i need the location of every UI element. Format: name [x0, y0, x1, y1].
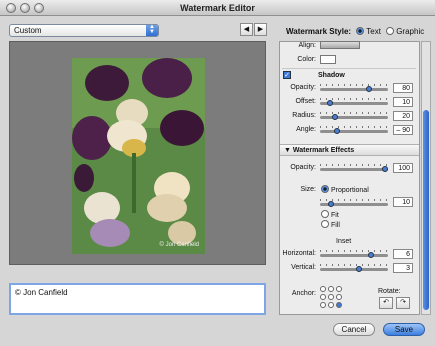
- slider-knob[interactable]: [327, 100, 333, 106]
- next-preset-button[interactable]: ▶: [254, 23, 267, 36]
- slider-knob[interactable]: [332, 114, 338, 120]
- cancel-button[interactable]: Cancel: [333, 323, 375, 336]
- size-fill-option[interactable]: Fill: [318, 220, 340, 229]
- horizontal-inset-label: Horizontal:: [282, 250, 316, 257]
- slider-knob[interactable]: [334, 128, 340, 134]
- fit-radio[interactable]: [321, 210, 329, 218]
- shadow-opacity-slider[interactable]: [320, 84, 388, 92]
- size-fit-option[interactable]: Fit: [318, 210, 339, 219]
- window-title: Watermark Editor: [180, 3, 255, 13]
- proportional-label[interactable]: Proportional: [331, 187, 369, 194]
- rotate-right-button[interactable]: ↷: [396, 297, 410, 309]
- shadow-angle-slider[interactable]: [320, 126, 388, 134]
- preview-area: © Jon Canfield: [9, 41, 266, 265]
- previous-preset-button[interactable]: ◀: [240, 23, 253, 36]
- vertical-inset-slider[interactable]: [320, 264, 388, 272]
- vertical-inset-value[interactable]: 3: [393, 263, 413, 273]
- watermark-effects-title: Watermark Effects: [292, 147, 355, 154]
- horizontal-inset-value[interactable]: 6: [393, 249, 413, 259]
- slider-knob[interactable]: [356, 266, 362, 272]
- size-value[interactable]: 10: [393, 197, 413, 207]
- shadow-angle-label: Angle:: [296, 126, 316, 133]
- anchor-label: Anchor:: [291, 290, 316, 297]
- align-buttons[interactable]: [320, 41, 360, 49]
- anchor-top-left[interactable]: [320, 286, 326, 292]
- shadow-radius-label: Radius:: [292, 112, 316, 119]
- slider-knob[interactable]: [366, 86, 372, 92]
- graphic-style-radio[interactable]: [386, 27, 395, 35]
- anchor-bottom-left[interactable]: [320, 302, 326, 308]
- horizontal-inset-slider[interactable]: [320, 250, 388, 258]
- size-proportional-option[interactable]: Proportional: [318, 185, 369, 194]
- slider-knob[interactable]: [328, 201, 334, 207]
- anchor-top-right[interactable]: [336, 286, 342, 292]
- size-label: Size:: [300, 186, 316, 193]
- disclosure-triangle-icon[interactable]: ▼: [284, 147, 293, 154]
- rotate-right-icon: ↷: [400, 299, 406, 306]
- color-well[interactable]: [320, 55, 336, 64]
- scrollbar-thumb[interactable]: [423, 110, 429, 310]
- watermark-preview-text[interactable]: © Jon Canfield: [160, 242, 199, 248]
- watermark-effects-header[interactable]: ▼ Watermark Effects: [280, 144, 419, 156]
- shadow-radius-slider[interactable]: [320, 112, 388, 120]
- title-bar: Watermark Editor: [0, 0, 435, 16]
- shadow-opacity-value[interactable]: 80: [393, 83, 413, 93]
- graphic-style-label[interactable]: Graphic: [396, 27, 424, 36]
- chevron-updown-icon: ▲ ▼: [146, 24, 158, 36]
- effects-opacity-value[interactable]: 100: [393, 163, 413, 173]
- proportional-radio[interactable]: [321, 185, 329, 193]
- preview-photo: © Jon Canfield: [72, 58, 205, 254]
- preset-select-value: Custom: [14, 26, 42, 35]
- shadow-offset-label: Offset:: [295, 98, 317, 105]
- size-slider[interactable]: [320, 199, 388, 207]
- watermark-text-field[interactable]: © Jon Canfield: [9, 283, 266, 315]
- anchor-center[interactable]: [328, 294, 334, 300]
- anchor-grid[interactable]: [320, 286, 342, 308]
- inset-label: Inset: [336, 238, 352, 245]
- anchor-top-center[interactable]: [328, 286, 334, 292]
- settings-scrollbar[interactable]: [421, 41, 431, 315]
- slider-knob[interactable]: [368, 252, 374, 258]
- anchor-bottom-center[interactable]: [328, 302, 334, 308]
- divider: [282, 68, 416, 69]
- effects-opacity-slider[interactable]: [320, 164, 388, 172]
- text-style-label[interactable]: Text: [366, 27, 381, 36]
- shadow-opacity-label: Opacity:: [290, 84, 316, 91]
- anchor-middle-right[interactable]: [336, 294, 342, 300]
- preset-select[interactable]: Custom ▲ ▼: [9, 24, 159, 37]
- align-label: Align:: [298, 42, 316, 49]
- slider-knob[interactable]: [382, 166, 388, 172]
- watermark-style-group: Watermark Style: Text Graphic: [286, 27, 424, 36]
- shadow-offset-slider[interactable]: [320, 98, 388, 106]
- shadow-angle-value[interactable]: – 90: [393, 125, 413, 135]
- save-button[interactable]: Save: [383, 323, 425, 336]
- watermark-style-label: Watermark Style:: [286, 27, 352, 36]
- fit-label[interactable]: Fit: [331, 212, 339, 219]
- shadow-checkbox[interactable]: ✓: [283, 71, 291, 79]
- text-style-radio[interactable]: [356, 27, 365, 35]
- shadow-radius-value[interactable]: 20: [393, 111, 413, 121]
- vertical-inset-label: Vertical:: [291, 264, 316, 271]
- anchor-bottom-right[interactable]: [336, 302, 342, 308]
- rotate-label: Rotate:: [378, 288, 401, 295]
- shadow-label: Shadow: [318, 72, 345, 79]
- fill-radio[interactable]: [321, 220, 329, 228]
- anchor-middle-left[interactable]: [320, 294, 326, 300]
- shadow-offset-value[interactable]: 10: [393, 97, 413, 107]
- effects-opacity-label: Opacity:: [290, 164, 316, 171]
- rotate-left-icon: ↶: [383, 299, 389, 306]
- color-label: Color:: [297, 56, 316, 63]
- rotate-left-button[interactable]: ↶: [379, 297, 393, 309]
- fill-label[interactable]: Fill: [331, 222, 340, 229]
